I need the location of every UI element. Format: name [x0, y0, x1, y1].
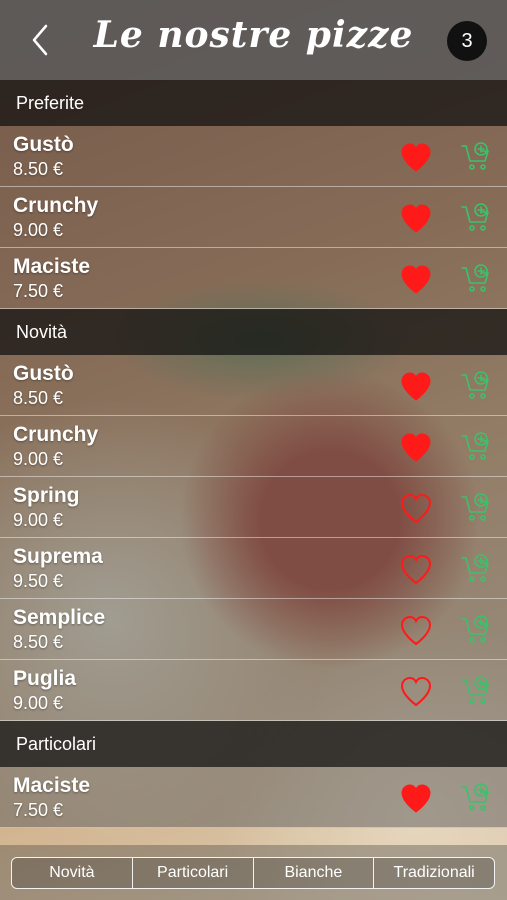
pizza-name: Puglia: [13, 667, 77, 690]
pizza-name: Gustò: [13, 362, 74, 385]
list-item[interactable]: Maciste 7.50 €: [0, 767, 507, 828]
add-to-cart-icon[interactable]: [461, 615, 493, 645]
category-tabbar: Novità Particolari Bianche Tradizionali: [0, 845, 507, 900]
list-item[interactable]: Suprema 9.50 €: [0, 538, 507, 599]
pizza-price: 8.50 €: [13, 388, 64, 408]
pizza-price: 9.00 €: [13, 449, 64, 469]
section-header: Preferite: [0, 80, 507, 126]
category-segmented-control: Novità Particolari Bianche Tradizionali: [11, 857, 495, 889]
add-to-cart-icon[interactable]: [461, 676, 493, 706]
list-item[interactable]: Semplice 8.50 €: [0, 599, 507, 660]
pizza-name: Maciste: [13, 774, 91, 797]
pizza-price: 8.50 €: [13, 159, 64, 179]
cart-count-badge[interactable]: 3: [447, 21, 487, 61]
favorite-heart-icon[interactable]: [399, 553, 433, 585]
pizza-price: 9.50 €: [13, 571, 64, 591]
list-item[interactable]: Puglia 9.00 €: [0, 660, 507, 721]
favorite-heart-icon[interactable]: [399, 202, 433, 234]
add-to-cart-icon[interactable]: [461, 203, 493, 233]
tab-bianche[interactable]: Bianche: [254, 858, 375, 888]
section-header: Particolari: [0, 721, 507, 767]
favorite-heart-icon[interactable]: [399, 141, 433, 173]
favorite-heart-icon[interactable]: [399, 782, 433, 814]
pizza-name: Crunchy: [13, 194, 99, 217]
add-to-cart-icon[interactable]: [461, 783, 493, 813]
add-to-cart-icon[interactable]: [461, 264, 493, 294]
favorite-heart-icon[interactable]: [399, 492, 433, 524]
add-to-cart-icon[interactable]: [461, 142, 493, 172]
list-item[interactable]: Maciste 7.50 €: [0, 248, 507, 309]
pizza-name: Spring: [13, 484, 80, 507]
pizza-price: 7.50 €: [13, 281, 64, 301]
add-to-cart-icon[interactable]: [461, 432, 493, 462]
list-item[interactable]: Gustò 8.50 €: [0, 355, 507, 416]
tab-novita[interactable]: Novità: [12, 858, 133, 888]
list-item[interactable]: Gustò 8.50 €: [0, 126, 507, 187]
pizza-name: Semplice: [13, 606, 106, 629]
add-to-cart-icon[interactable]: [461, 371, 493, 401]
list-item[interactable]: Spring 9.00 €: [0, 477, 507, 538]
nav-header: Le nostre pizze 3: [0, 0, 507, 80]
pizza-name: Maciste: [13, 255, 91, 278]
list-item[interactable]: Crunchy 9.00 €: [0, 416, 507, 477]
pizza-name: Crunchy: [13, 423, 99, 446]
list-item[interactable]: Crunchy 9.00 €: [0, 187, 507, 248]
pizza-price: 9.00 €: [13, 510, 64, 530]
favorite-heart-icon[interactable]: [399, 263, 433, 295]
pizza-price: 8.50 €: [13, 632, 64, 652]
pizza-name: Gustò: [13, 133, 74, 156]
favorite-heart-icon[interactable]: [399, 431, 433, 463]
add-to-cart-icon[interactable]: [461, 554, 493, 584]
tab-tradizionali[interactable]: Tradizionali: [374, 858, 494, 888]
favorite-heart-icon[interactable]: [399, 370, 433, 402]
pizza-price: 7.50 €: [13, 800, 64, 820]
favorite-heart-icon[interactable]: [399, 614, 433, 646]
pizza-list[interactable]: Preferite Gustò 8.50 € Crunchy 9.00 € Ma…: [0, 80, 507, 845]
pizza-price: 9.00 €: [13, 693, 64, 713]
section-header: Novità: [0, 309, 507, 355]
pizza-price: 9.00 €: [13, 220, 64, 240]
add-to-cart-icon[interactable]: [461, 493, 493, 523]
tab-particolari[interactable]: Particolari: [133, 858, 254, 888]
pizza-name: Suprema: [13, 545, 103, 568]
page-title: Le nostre pizze: [93, 14, 414, 56]
favorite-heart-icon[interactable]: [399, 675, 433, 707]
